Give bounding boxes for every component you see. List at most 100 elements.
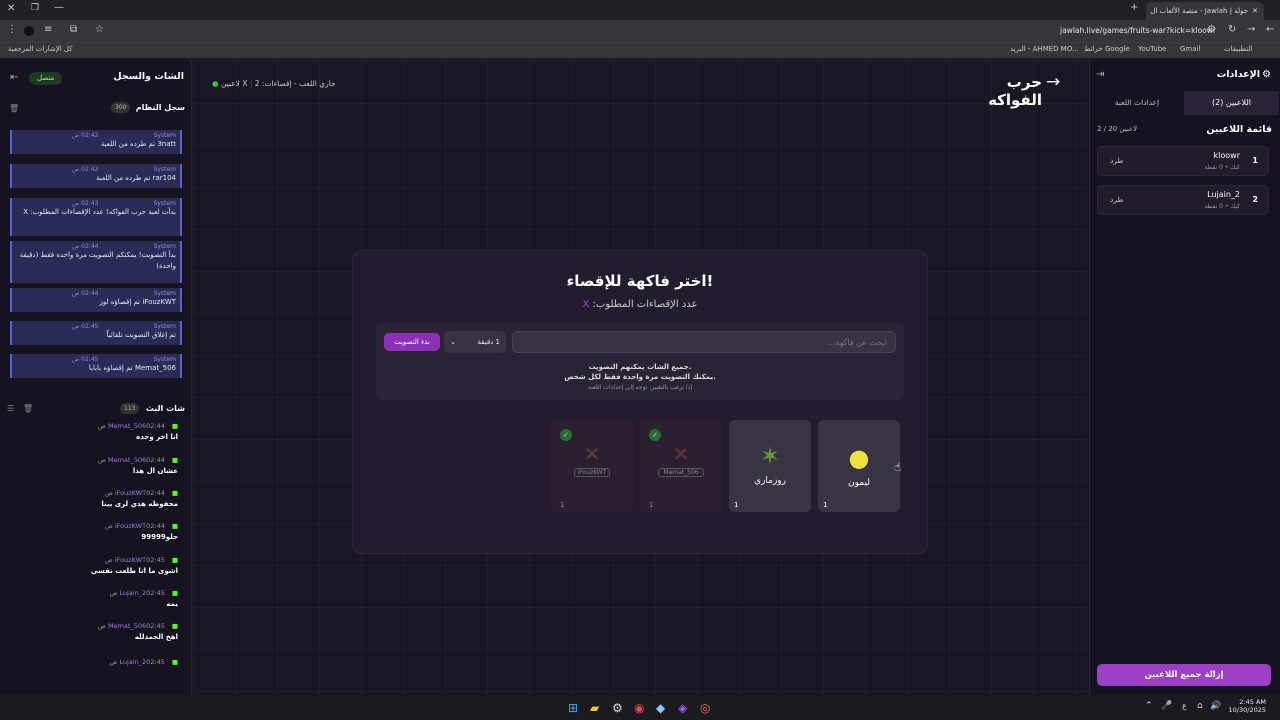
chat-meta: ■Memat_50602:45 ص (0, 622, 178, 630)
chat-username[interactable]: iFouzKWT (115, 556, 146, 564)
chat-trash-icon[interactable]: 🗑 (23, 404, 33, 413)
chat-text: حلو99999 (141, 533, 178, 541)
chat-text: انا اخر وحده (136, 433, 178, 441)
tab-game-settings[interactable]: إعدادات اللعبة (1090, 91, 1184, 115)
chat-username[interactable]: iFouzKWT (115, 522, 146, 530)
minimize-window-icon[interactable]: — (54, 2, 64, 13)
bookmarks-bar: التطبيقات Gmail YouTube خرائط Google الب… (0, 42, 1280, 58)
bookmark-gmail[interactable]: Gmail (1180, 45, 1200, 53)
chat-message: ■Memat_50602:44 ص انا اخر وحده (0, 422, 188, 452)
chat-count-badge: 113 (120, 403, 140, 414)
collapse-panel-icon[interactable]: ⇤ (10, 72, 18, 83)
chat-text: عشان ال هذا (132, 467, 178, 475)
browser-tab[interactable]: ✕ جولة | Jawlah - منصة الألعاب ال (1146, 2, 1264, 20)
gear-icon: ⚙ (1262, 69, 1271, 80)
close-window-icon[interactable]: ✕ (7, 3, 15, 14)
fruit-name: روزماري (754, 476, 786, 486)
player-name: Lujain_2 (1207, 190, 1240, 199)
forward-icon[interactable]: → (1247, 24, 1255, 35)
filter-icon[interactable]: ☰ (7, 404, 14, 413)
menu-icon[interactable]: ⋮ (7, 24, 17, 35)
kick-icon: ■ (171, 422, 178, 430)
file-explorer-icon[interactable]: ▰ (590, 701, 599, 715)
back-arrow-icon[interactable]: → (1046, 72, 1060, 92)
chat-text: اشوى ما انا طلعت نفسي (90, 567, 178, 575)
collapse-right-icon[interactable]: ⇥ (1096, 69, 1104, 80)
fruit-card-rosemary[interactable]: ✶ روزماري 1 (729, 420, 811, 512)
remove-all-players-button[interactable]: إزالة جميع اللاعبين (1097, 664, 1271, 686)
duration-select[interactable]: 1 دقيقة ⌄ (444, 331, 506, 353)
taskbar: ⊞ ▰ ⚙ ◉ ◆ ◈ ◎ ⌃ 🎤 ع ⌂ 🔊 2:45 AM 10/30/20… (0, 695, 1280, 720)
tab-close-icon[interactable]: ✕ (1252, 7, 1258, 15)
chrome-icon[interactable]: ◉ (634, 701, 644, 715)
trash-icon[interactable]: 🗑 (9, 104, 19, 113)
log-time: 02:43 ص (72, 166, 99, 173)
kick-player-button[interactable]: طرد (1110, 195, 1123, 204)
tray-chevron-icon[interactable]: ⌃ (1145, 701, 1153, 711)
extensions-icon[interactable]: ≡ (44, 24, 52, 35)
log-title: سجل النظام (135, 103, 185, 112)
chat-meta: ■Lujain_202:45 ص (0, 658, 178, 666)
chat-text: محفوظه هذي لرى بينا (101, 500, 178, 508)
almond-icon: ✕ (583, 442, 601, 466)
card-title: اختر فاكهة للإقصاء! (566, 272, 714, 290)
bookmark-apps[interactable]: التطبيقات (1224, 45, 1252, 53)
status-badge: متصل (29, 72, 63, 85)
chat-username[interactable]: Memat_506 (108, 456, 146, 464)
chat-message: ■iFouzKWT02:44 ص محفوظه هذي لرى بينا (0, 489, 188, 519)
clock[interactable]: 2:45 AM 10/30/2025 (1222, 698, 1266, 714)
back-icon[interactable]: ← (1266, 24, 1274, 35)
vote-count: 1 (649, 501, 654, 509)
lemon-icon: ● (848, 444, 870, 472)
chat-username[interactable]: Memat_506 (108, 422, 146, 430)
fruit-card-almond-eliminated: ✓ ✕ iFouzKWT 1 (551, 420, 633, 512)
bookmark-mail[interactable]: البريد - AHMED MO... (1010, 45, 1079, 53)
settings-app-icon[interactable]: ⚙ (612, 701, 623, 715)
log-time: 02:45 ص (72, 323, 99, 330)
bookmark-star-icon[interactable]: ☆ (95, 24, 104, 35)
discord-icon[interactable]: ◈ (678, 701, 687, 715)
players-list-title: قائمة اللاعبين (1206, 124, 1272, 135)
windows-start-icon[interactable]: ⊞ (568, 701, 578, 715)
chat-text: اهخ الحمدلله (134, 633, 178, 641)
bookmark-youtube[interactable]: YouTube (1138, 45, 1166, 53)
fruit-card-lemon[interactable]: ● ليمون 1 (818, 420, 900, 512)
url-text[interactable]: jawlah.live/games/fruits-war?kick=kloowr (1060, 26, 1216, 35)
kick-icon: ■ (171, 622, 178, 630)
reload-icon[interactable]: ↻ (1228, 24, 1236, 35)
chat-meta: ■Lujain_202:45 ص (0, 589, 178, 597)
info-line-3: إذا ترغب بالتغيير، توجه إلى إعدادات اللع… (587, 384, 692, 391)
player-rank: 1 (1252, 156, 1258, 165)
network-icon[interactable]: ⌂ (1197, 701, 1203, 711)
fruit-search-input[interactable] (512, 331, 896, 353)
app-icon[interactable]: ◎ (700, 701, 710, 715)
bookmark-maps[interactable]: خرائط Google (1084, 45, 1130, 53)
chat-meta: ■iFouzKWT02:45 ص (0, 556, 178, 564)
language-indicator[interactable]: ع (1182, 701, 1187, 710)
chat-username[interactable]: Memat_506 (108, 622, 146, 630)
restore-window-icon[interactable]: ❐ (31, 3, 39, 13)
chat-username[interactable]: Lujain_2 (119, 589, 146, 597)
start-vote-button[interactable]: بدء التصويت (384, 333, 440, 351)
volume-icon[interactable]: 🔊 (1210, 701, 1221, 711)
bookmark-all[interactable]: كل الإشارات المرجعية (8, 45, 73, 53)
address-bar-row: ⋮ ≡ ⧉ ☆ jawlah.live/games/fruits-war?kic… (0, 20, 1280, 42)
player-name: kloowr (1213, 151, 1240, 160)
chat-message: ■Lujain_202:45 ص يمه (0, 589, 188, 619)
chat-username[interactable]: iFouzKWT (115, 489, 146, 497)
eliminated-by: Memat_506 (658, 468, 704, 477)
kick-player-button[interactable]: طرد (1110, 156, 1123, 165)
log-entry: System 02:45 ص Memat_506 تم إقصاؤه بابايا (10, 354, 182, 378)
tab-search-icon[interactable]: ⧉ (70, 24, 77, 35)
steam-icon[interactable]: ◆ (656, 701, 665, 715)
site-settings-icon[interactable]: ⚙ (1207, 24, 1216, 35)
new-tab-icon[interactable]: + (1130, 2, 1138, 13)
vote-count: 1 (734, 501, 739, 509)
chat-username[interactable]: Lujain_2 (119, 658, 146, 666)
log-entry: System 02:45 ص تم إغلاق التصويت تلقائياً (10, 321, 182, 345)
mic-icon[interactable]: 🎤 (1161, 701, 1172, 711)
tab-players[interactable]: اللاعبين (2) (1184, 91, 1279, 115)
profile-avatar[interactable] (24, 26, 34, 36)
player-rank: 2 (1252, 195, 1258, 204)
subtitle-value: X (582, 299, 590, 310)
